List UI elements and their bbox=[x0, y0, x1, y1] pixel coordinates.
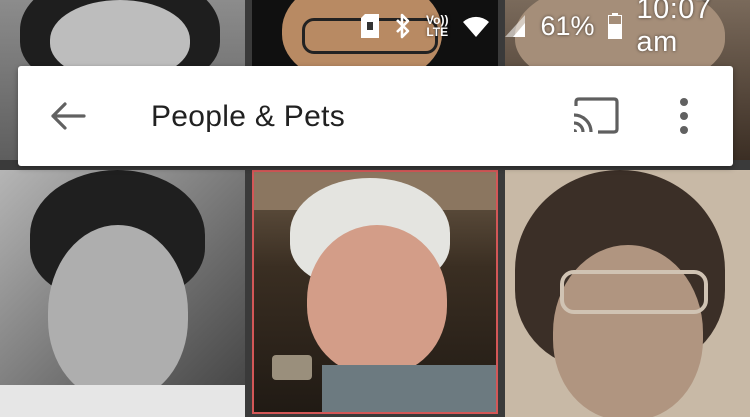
more-vert-icon[interactable] bbox=[674, 94, 694, 138]
person-photo-boy-bw[interactable] bbox=[0, 170, 245, 417]
volte-icon: Vo)) LTE bbox=[426, 14, 448, 38]
battery-icon bbox=[608, 13, 623, 39]
cast-icon[interactable] bbox=[570, 96, 620, 136]
clock: 10:07 am bbox=[636, 0, 712, 58]
signal-icon bbox=[504, 14, 526, 38]
status-bar: Vo)) LTE 61% 10:07 am bbox=[360, 0, 750, 58]
arrow-back-icon[interactable] bbox=[48, 96, 88, 136]
person-photo-kid-glasses[interactable] bbox=[505, 170, 750, 417]
wifi-icon bbox=[462, 14, 490, 38]
selection-outline bbox=[252, 170, 498, 414]
person-photo-older-man[interactable] bbox=[252, 170, 498, 414]
sd-card-icon bbox=[360, 13, 380, 39]
photo-grid bbox=[0, 0, 750, 417]
battery-percent: 61% bbox=[540, 10, 595, 41]
app-bar: People & Pets bbox=[18, 66, 733, 166]
lte-label: LTE bbox=[426, 25, 449, 39]
page-title: People & Pets bbox=[151, 100, 346, 133]
bluetooth-icon bbox=[394, 12, 412, 40]
